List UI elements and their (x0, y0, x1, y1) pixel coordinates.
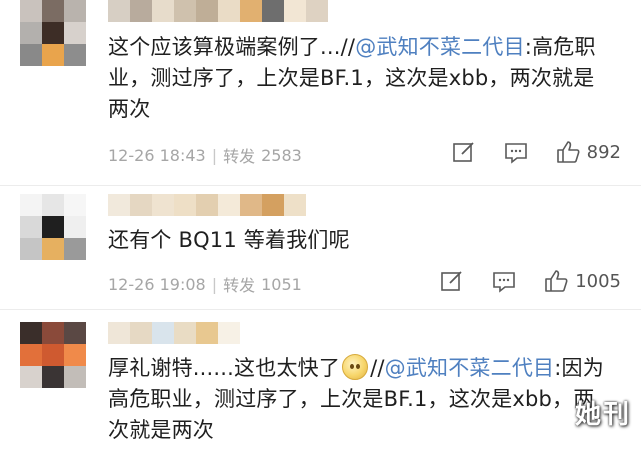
comment-text: 厚礼谢特......这也太快了//@武知不菜二代目:因为高危职业，测过序了，上次… (108, 353, 611, 446)
comment-text: 这个应该算极端案例了...//@武知不菜二代目:高危职业，测过序了，上次是BF.… (108, 32, 611, 125)
comment-actions: 1005 (439, 268, 621, 294)
timestamp: 12-26 18:43 (108, 145, 206, 165)
meta-separator: | (211, 274, 218, 294)
comment-text: 还有个 BQ11 等着我们呢 (108, 225, 611, 256)
repost-label: 转发 (223, 147, 256, 166)
avatar[interactable] (20, 0, 86, 66)
meta-separator: | (211, 145, 218, 165)
repost-count: 1051 (261, 274, 302, 294)
thumbs-up-icon[interactable] (555, 139, 581, 165)
avatar[interactable] (20, 322, 86, 388)
comment-text-before: 还有个 BQ11 等着我们呢 (108, 228, 350, 252)
thumbs-up-icon[interactable] (543, 268, 569, 294)
comment-item: 厚礼谢特......这也太快了//@武知不菜二代目:因为高危职业，测过序了，上次… (0, 310, 641, 449)
comment-meta: 12-26 19:08 | 转发 1051 (108, 272, 302, 296)
username-redacted[interactable] (108, 322, 240, 344)
comment-actions: 892 (451, 139, 621, 165)
repost-label: 转发 (223, 276, 256, 295)
comment-text-slashes: // (370, 356, 385, 380)
comment-icon[interactable] (503, 139, 529, 165)
username-redacted[interactable] (108, 194, 306, 216)
comment-meta: 12-26 18:43 | 转发 2583 (108, 143, 302, 167)
username-redacted[interactable] (108, 0, 328, 22)
comment-text-before: 厚礼谢特......这也太快了 (108, 356, 341, 380)
watermark-text: 她刊 (574, 400, 631, 430)
comment-item: 还有个 BQ11 等着我们呢 12-26 19:08 | 转发 1051 100… (0, 186, 641, 309)
comment-icon[interactable] (491, 268, 517, 294)
avatar[interactable] (20, 194, 86, 260)
like-count: 892 (586, 141, 621, 163)
mention-link[interactable]: @武知不菜二代目 (385, 356, 555, 380)
edit-icon[interactable] (451, 139, 477, 165)
edit-icon[interactable] (439, 268, 465, 294)
comment-text-before: 这个应该算极端案例了...// (108, 35, 356, 59)
mention-link[interactable]: @武知不菜二代目 (355, 35, 525, 59)
like-count: 1005 (575, 270, 621, 292)
comment-item: 这个应该算极端案例了...//@武知不菜二代目:高危职业，测过序了，上次是BF.… (0, 0, 641, 186)
repost-count: 2583 (261, 145, 302, 165)
laughing-emoji-icon (342, 354, 369, 380)
timestamp: 12-26 19:08 (108, 274, 206, 294)
